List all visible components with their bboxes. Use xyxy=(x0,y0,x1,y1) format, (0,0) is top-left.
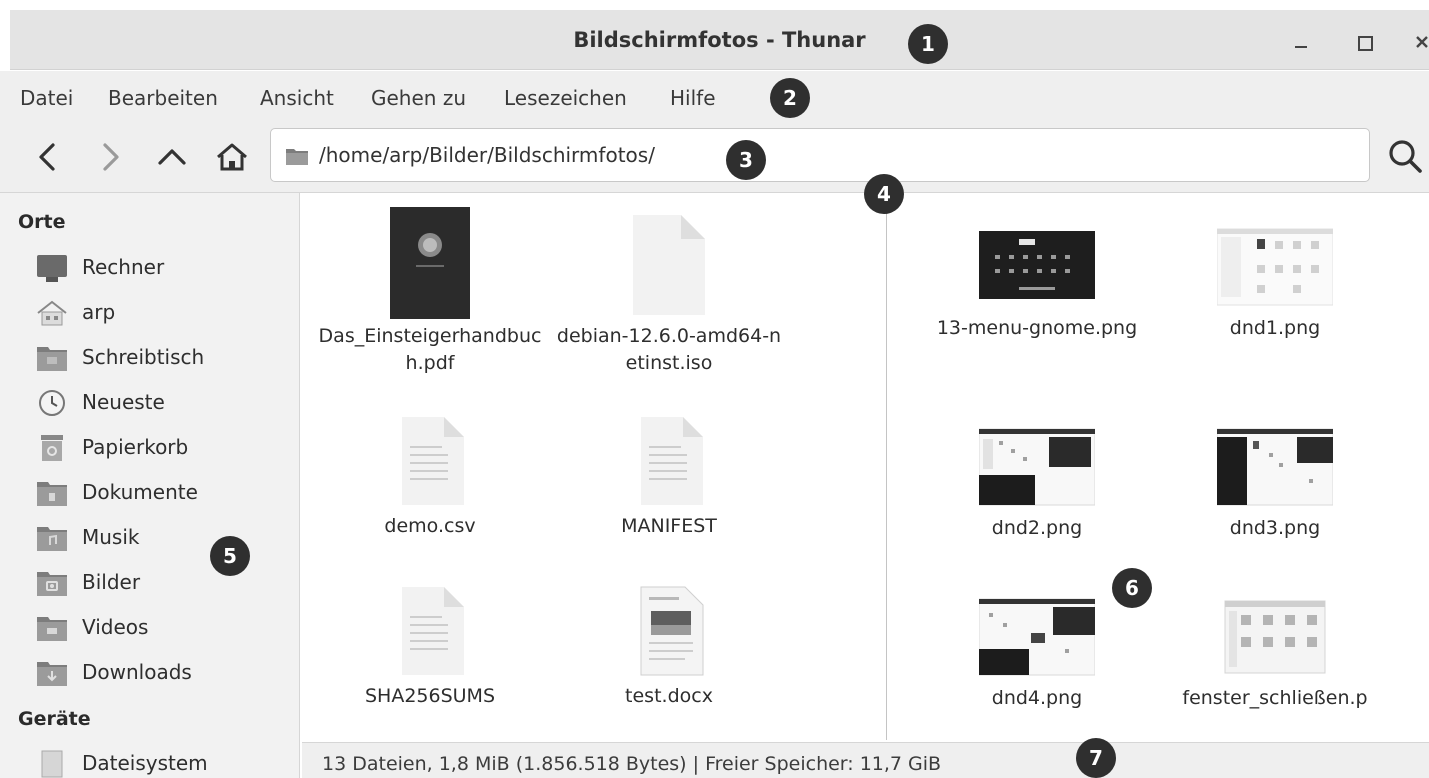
text-file-icon xyxy=(310,583,550,683)
music-folder-icon xyxy=(36,523,68,553)
sidebar-item-dokumente[interactable]: Dokumente xyxy=(36,474,286,514)
file-item[interactable]: dnd1.png xyxy=(1155,223,1395,342)
menu-bearbeiten[interactable]: Bearbeiten xyxy=(108,86,218,110)
menu-ansicht[interactable]: Ansicht xyxy=(260,86,334,110)
screenshot-thumbnail xyxy=(917,423,1157,515)
sidebar-item-papierkorb[interactable]: Papierkorb xyxy=(36,429,286,469)
sidebar-section-places: Orte xyxy=(18,211,66,233)
menu-gehen-zu[interactable]: Gehen zu xyxy=(371,86,466,110)
trash-icon xyxy=(36,433,68,463)
file-item[interactable]: dnd4.png xyxy=(917,593,1157,712)
status-text: 13 Dateien, 1,8 MiB (1.856.518 Bytes) | … xyxy=(322,753,942,775)
up-icon[interactable] xyxy=(152,137,192,177)
callout-7: 7 xyxy=(1076,738,1116,778)
search-icon[interactable] xyxy=(1384,135,1426,177)
callout-5: 5 xyxy=(210,536,250,576)
file-item[interactable]: fenster_schließen.p xyxy=(1155,593,1395,712)
file-item[interactable]: test.docx xyxy=(549,583,789,710)
status-bar: 13 Dateien, 1,8 MiB (1.856.518 Bytes) | … xyxy=(302,742,1429,778)
maximize-icon[interactable] xyxy=(1350,28,1378,56)
sidebar-item-downloads[interactable]: Downloads xyxy=(36,654,286,694)
home-icon[interactable] xyxy=(212,137,252,177)
back-icon[interactable] xyxy=(28,137,68,177)
callout-4: 4 xyxy=(864,174,904,214)
sidebar: Orte Rechner arp Schreibtisch Neueste Pa… xyxy=(0,193,300,778)
window-title: Bildschirmfotos - Thunar xyxy=(573,28,866,52)
blank-file-icon xyxy=(549,207,789,323)
title-bar[interactable]: Bildschirmfotos - Thunar xyxy=(10,10,1429,70)
callout-2: 2 xyxy=(770,78,810,118)
callout-3: 3 xyxy=(726,140,766,180)
videos-folder-icon xyxy=(36,613,68,643)
file-item[interactable]: SHA256SUMS xyxy=(310,583,550,710)
callout-6: 6 xyxy=(1112,568,1152,608)
file-item[interactable]: debian-12.6.0-amd64-netinst.iso xyxy=(549,207,789,377)
location-path[interactable]: /home/arp/Bilder/Bildschirmfotos/ xyxy=(319,143,655,167)
sidebar-item-dateisystem[interactable]: Dateisystem xyxy=(36,745,286,778)
forward-icon[interactable] xyxy=(90,137,130,177)
documents-folder-icon xyxy=(36,478,68,508)
file-item[interactable]: MANIFEST xyxy=(549,413,789,540)
location-bar[interactable]: /home/arp/Bilder/Bildschirmfotos/ xyxy=(270,128,1370,182)
toolbar: /home/arp/Bilder/Bildschirmfotos/ xyxy=(0,125,1429,193)
screenshot-thumbnail xyxy=(1155,223,1395,315)
callout-1: 1 xyxy=(908,24,948,64)
drive-icon xyxy=(36,749,68,778)
file-item[interactable]: demo.csv xyxy=(310,413,550,540)
file-item[interactable]: dnd2.png xyxy=(917,423,1157,542)
menu-bar: Datei Bearbeiten Ansicht Gehen zu Leseze… xyxy=(0,71,1429,125)
pictures-folder-icon xyxy=(36,568,68,598)
screenshot-thumbnail xyxy=(1155,423,1395,515)
downloads-folder-icon xyxy=(36,658,68,688)
file-view-right[interactable]: 13-menu-gnome.png dnd1.png dnd2.png dnd3… xyxy=(886,195,1429,740)
sidebar-item-schreibtisch[interactable]: Schreibtisch xyxy=(36,339,286,379)
desktop-folder-icon xyxy=(36,343,68,373)
file-item[interactable]: Das_Einsteigerhandbuch.pdf xyxy=(310,207,550,377)
sidebar-item-bilder[interactable]: Bilder xyxy=(36,564,286,604)
sidebar-item-neueste[interactable]: Neueste xyxy=(36,384,286,424)
home-folder-icon xyxy=(36,298,68,328)
computer-icon xyxy=(36,253,68,283)
file-item[interactable]: 13-menu-gnome.png xyxy=(917,223,1157,342)
minimize-icon[interactable] xyxy=(1288,28,1316,56)
sidebar-item-rechner[interactable]: Rechner xyxy=(36,249,286,289)
text-file-icon xyxy=(549,413,789,513)
file-item[interactable]: dnd3.png xyxy=(1155,423,1395,542)
menu-hilfe[interactable]: Hilfe xyxy=(670,86,716,110)
file-view-left[interactable]: Das_Einsteigerhandbuch.pdf debian-12.6.0… xyxy=(302,195,884,740)
folder-icon xyxy=(285,146,309,170)
document-thumbnail xyxy=(549,583,789,683)
text-file-icon xyxy=(310,413,550,513)
sidebar-item-videos[interactable]: Videos xyxy=(36,609,286,649)
screenshot-thumbnail xyxy=(1155,593,1395,685)
menu-lesezeichen[interactable]: Lesezeichen xyxy=(504,86,627,110)
sidebar-section-devices: Geräte xyxy=(18,708,91,730)
recent-clock-icon xyxy=(36,388,68,418)
menu-datei[interactable]: Datei xyxy=(20,86,73,110)
screenshot-thumbnail xyxy=(917,593,1157,685)
sidebar-item-arp[interactable]: arp xyxy=(36,294,286,334)
dark-screenshot-thumbnail xyxy=(917,223,1157,315)
pdf-thumbnail xyxy=(310,207,550,323)
close-icon[interactable] xyxy=(1408,28,1429,56)
